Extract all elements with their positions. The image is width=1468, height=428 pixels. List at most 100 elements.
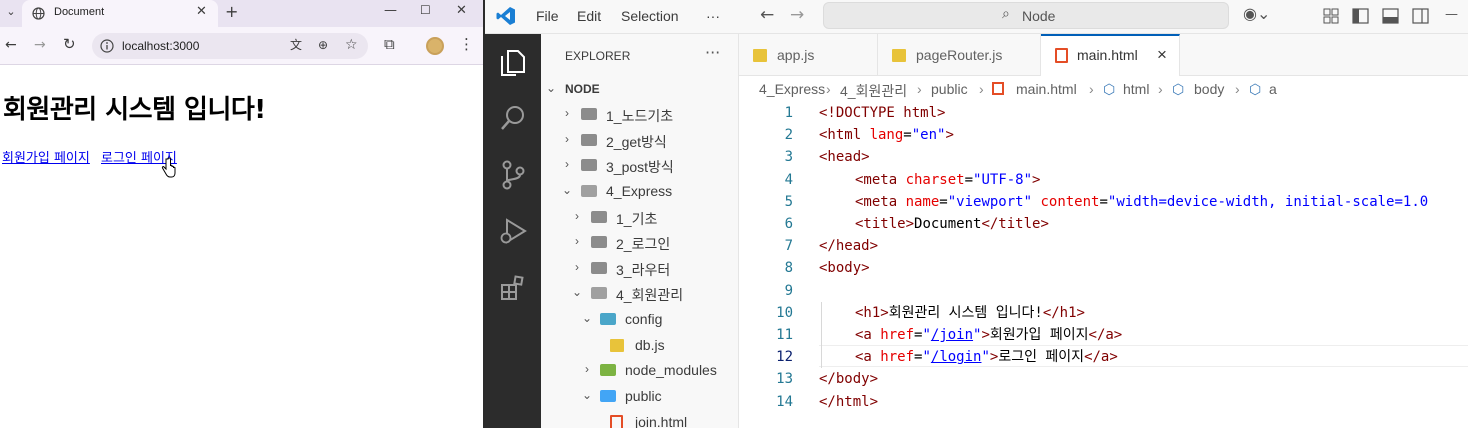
tree-item[interactable]: › 2_로그인: [541, 230, 739, 255]
breadcrumb-item[interactable]: body: [1194, 81, 1224, 97]
join-link[interactable]: 회원가입 페이지: [2, 147, 90, 166]
code-line-current: <a href="/login">로그인 페이지</a>: [855, 349, 1118, 366]
menu-edit[interactable]: Edit: [577, 8, 601, 24]
translate-icon[interactable]: 文: [290, 39, 302, 51]
maximize-icon[interactable]: ☐: [420, 4, 431, 16]
run-debug-icon[interactable]: [499, 217, 527, 247]
folder-icon: [581, 108, 597, 120]
search-view-icon[interactable]: [499, 104, 527, 132]
globe-icon: [32, 7, 45, 20]
join-href-link[interactable]: /join: [931, 327, 973, 343]
code-line: <h1>회원관리 시스템 입니다!</h1>: [855, 304, 1085, 321]
tree-item[interactable]: › 1_기초: [541, 205, 739, 230]
html-file-icon: [610, 415, 623, 428]
search-icon: ⌕: [1002, 6, 1010, 22]
code-line: <meta name="viewport" content="width=dev…: [855, 193, 1429, 210]
new-tab-icon[interactable]: +: [225, 4, 238, 20]
folder-icon: [591, 211, 607, 223]
vscode-minimize-icon[interactable]: —: [1445, 8, 1458, 21]
vscode-titlebar: File Edit Selection ··· ← → ⌕ Node ◉⌄ —: [485, 0, 1468, 34]
page-heading: 회원관리 시스템 입니다!: [3, 95, 266, 125]
js-file-icon: [610, 339, 624, 352]
folder-open-icon: [581, 185, 597, 197]
tab-close-icon[interactable]: ✕: [196, 5, 207, 18]
copilot-icon[interactable]: ◉⌄: [1243, 6, 1270, 22]
tab-search-chevron-icon[interactable]: ⌄: [4, 6, 18, 17]
browser-toolbar: ← → ↻ localhost:3000 文 ⊕ ☆ ⧉ ⋮: [0, 27, 483, 65]
tree-item[interactable]: ⌄ 4_Express: [541, 179, 739, 204]
config-folder-icon: [600, 313, 616, 325]
extensions-icon[interactable]: ⧉: [384, 37, 395, 52]
tree-root-label: NODE: [565, 82, 600, 96]
folder-icon: [581, 134, 597, 146]
tab-pagerouter-js[interactable]: pageRouter.js: [878, 34, 1041, 76]
explorer-more-icon[interactable]: ···: [705, 45, 720, 61]
nav-back-icon[interactable]: ←: [760, 7, 774, 24]
breadcrumb-item[interactable]: a: [1269, 81, 1277, 97]
breadcrumb-item[interactable]: html: [1123, 81, 1149, 97]
breadcrumb-item[interactable]: 4_Express: [759, 81, 825, 97]
site-info-icon[interactable]: [100, 39, 114, 53]
toggle-secondary-sidebar-icon[interactable]: [1412, 8, 1429, 24]
login-href-link[interactable]: /login: [931, 349, 982, 365]
menu-selection[interactable]: Selection: [621, 8, 679, 24]
web-page: 회원관리 시스템 입니다! 회원가입 페이지 로그인 페이지: [0, 65, 483, 428]
nav-forward-icon[interactable]: →: [790, 7, 804, 24]
tab-main-html[interactable]: main.html ×: [1041, 34, 1180, 76]
tree-item[interactable]: ⌄ config: [541, 307, 739, 332]
tree-item[interactable]: › node_modules: [541, 358, 739, 383]
tree-item[interactable]: ⌄ 4_회원관리: [541, 281, 739, 306]
line-number: 1: [784, 105, 793, 121]
tree-item[interactable]: join.html: [541, 410, 739, 428]
toggle-panel-icon[interactable]: [1382, 8, 1399, 24]
zoom-icon[interactable]: ⊕: [318, 39, 328, 51]
bookmark-star-icon[interactable]: ☆: [345, 38, 358, 52]
symbol-icon: ⬡: [1172, 81, 1185, 97]
tree-item[interactable]: › 2_get방식: [541, 128, 739, 153]
explorer-icon[interactable]: [499, 48, 527, 78]
tree-item[interactable]: › 3_post방식: [541, 153, 739, 178]
source-control-icon[interactable]: [499, 159, 527, 191]
code-line: <!DOCTYPE html>: [819, 105, 946, 121]
tree-root-node[interactable]: ⌄ NODE: [541, 77, 739, 102]
code-line: <body>: [819, 260, 870, 277]
window-close-icon[interactable]: ✕: [456, 4, 467, 17]
customize-layout-icon[interactable]: [1323, 8, 1339, 24]
tab-close-icon[interactable]: ×: [1157, 45, 1167, 65]
browser-tab[interactable]: Document ✕: [22, 0, 218, 27]
tree-item[interactable]: › 1_노드기초: [541, 102, 739, 127]
code-editor[interactable]: 1 2 3 4 5 6 7 8 9 10 11 12 13 14 <!DOCTY…: [739, 102, 1468, 428]
indent-guide: [821, 302, 822, 368]
breadcrumb-item[interactable]: public: [931, 81, 968, 97]
menu-file[interactable]: File: [536, 8, 559, 24]
extensions-view-icon[interactable]: [499, 274, 527, 302]
folder-icon: [581, 159, 597, 171]
forward-icon[interactable]: →: [34, 38, 46, 52]
activity-bar: [485, 34, 541, 428]
js-file-icon: [892, 49, 906, 62]
back-icon[interactable]: ←: [5, 38, 17, 52]
reload-icon[interactable]: ↻: [63, 37, 76, 52]
toggle-primary-sidebar-icon[interactable]: [1352, 8, 1369, 24]
tab-app-js[interactable]: app.js: [739, 34, 878, 76]
code-line: </body>: [819, 371, 879, 388]
minimize-icon[interactable]: —: [384, 4, 397, 17]
url-text[interactable]: localhost:3000: [122, 39, 199, 53]
line-number: 3: [784, 149, 793, 166]
line-number: 14: [776, 393, 793, 410]
browser-tab-title: Document: [54, 6, 105, 18]
command-center-text: Node: [1022, 8, 1056, 24]
line-number: 2: [784, 127, 793, 144]
tree-item[interactable]: ⌄ public: [541, 384, 739, 409]
menu-more[interactable]: ···: [706, 8, 720, 24]
tree-item[interactable]: db.js: [541, 333, 739, 358]
code-line: <meta charset="UTF-8">: [855, 171, 1041, 188]
breadcrumb-item[interactable]: 4_회원관리: [840, 81, 907, 101]
line-number: 8: [784, 260, 793, 277]
browser-menu-icon[interactable]: ⋮: [459, 37, 474, 52]
breadcrumb-item[interactable]: main.html: [1016, 81, 1077, 97]
tree-item[interactable]: › 3_라우터: [541, 256, 739, 281]
address-bar[interactable]: localhost:3000 文 ⊕ ☆: [92, 33, 368, 59]
profile-avatar[interactable]: [426, 37, 444, 55]
command-center[interactable]: ⌕ Node: [823, 2, 1229, 29]
